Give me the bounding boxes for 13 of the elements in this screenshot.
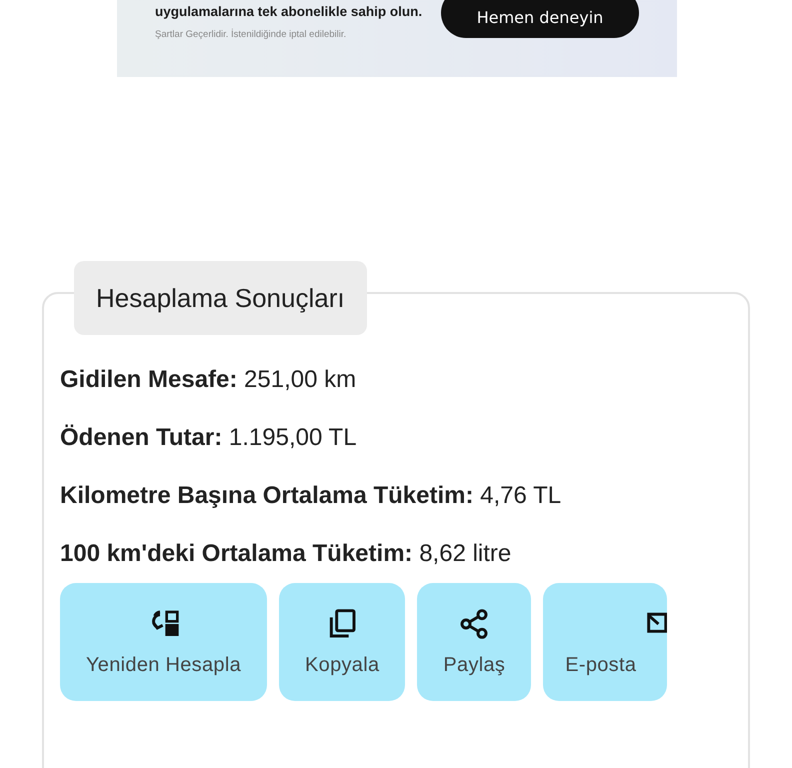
result-line: Kilometre Başına Ortalama Tüketim: 4,76 TL (60, 481, 562, 511)
action-button[interactable]: E-posta (543, 583, 668, 701)
action-button[interactable]: Paylaş (417, 583, 532, 701)
share-icon (458, 608, 490, 640)
result-line: Gidilen Mesafe: 251,00 km (60, 365, 358, 395)
try-now-button[interactable]: Hemen deneyin (441, 0, 639, 38)
ad-terms: Şartlar Geçerlidir. İstenildiğinde iptal edilebilir. (155, 29, 348, 40)
ad-text: uygulamalarına tek abonelikle sahip olun. (155, 3, 422, 21)
result-line: 100 km'deki Ortalama Tüketim: 8,62 litre (60, 539, 512, 569)
results-title: Hesaplama Sonuçları (74, 261, 367, 335)
action-button[interactable]: Yeniden Hesapla (60, 583, 267, 701)
action-button[interactable]: Kopyala (279, 583, 406, 701)
result-line: Ödenen Tutar: 1.195,00 TL (60, 423, 358, 453)
